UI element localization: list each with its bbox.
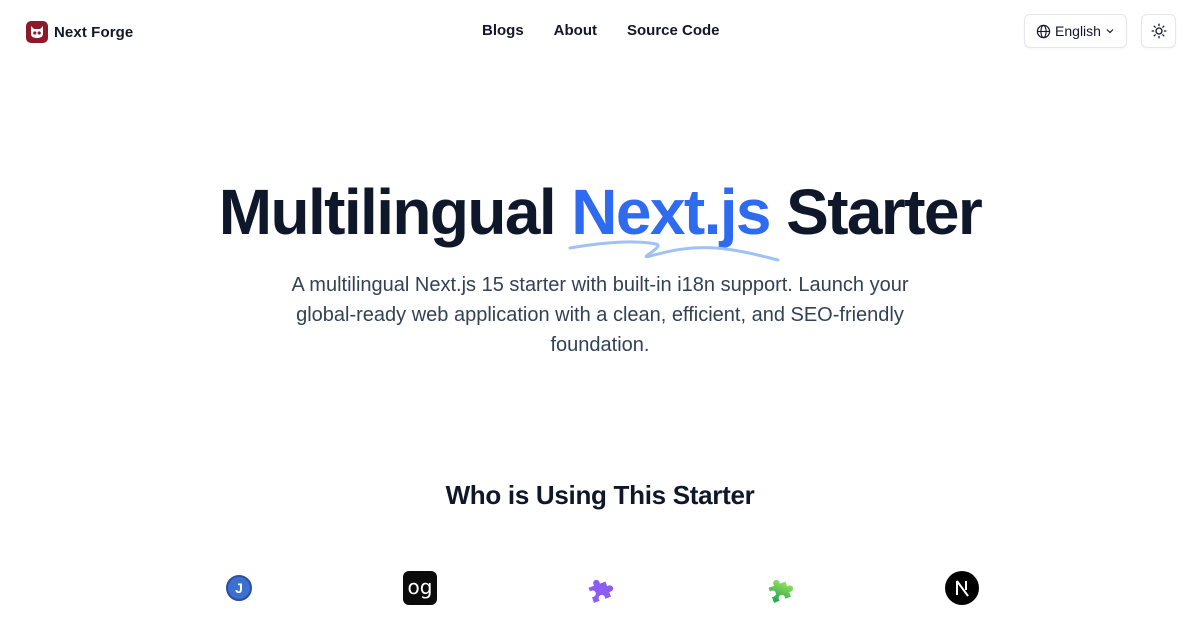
globe-icon bbox=[1036, 24, 1051, 38]
hero-title-suffix: Starter bbox=[769, 176, 983, 248]
og-icon: og bbox=[403, 571, 437, 605]
purple-puzzle-icon bbox=[588, 579, 614, 603]
brand-name: Next Forge bbox=[54, 23, 134, 41]
green-puzzle-icon bbox=[768, 579, 794, 603]
j-letter-icon: J bbox=[226, 575, 252, 601]
language-select-button[interactable]: English bbox=[1024, 14, 1127, 48]
user-logo-og[interactable]: og bbox=[402, 570, 438, 606]
theme-toggle-button[interactable] bbox=[1141, 14, 1176, 48]
nav-source-code[interactable]: Source Code bbox=[627, 22, 720, 39]
user-logo-nextjs[interactable] bbox=[944, 570, 980, 606]
site-header: Next Forge Blogs About Source Code Engli… bbox=[0, 0, 1200, 62]
users-section-title: Who is Using This Starter bbox=[445, 480, 755, 510]
language-label: English bbox=[1055, 23, 1101, 39]
user-logo-j[interactable]: J bbox=[221, 570, 257, 606]
user-logo-green-puzzle[interactable] bbox=[762, 570, 798, 606]
user-logo-purple-puzzle[interactable] bbox=[582, 570, 618, 606]
chevron-down-icon bbox=[1106, 29, 1114, 34]
hero-subtitle: A multilingual Next.js 15 starter with b… bbox=[291, 274, 909, 356]
cat-logo-icon bbox=[26, 21, 48, 43]
main-nav: Blogs About Source Code bbox=[482, 22, 720, 39]
nav-blogs[interactable]: Blogs bbox=[482, 22, 524, 39]
sun-icon bbox=[1151, 23, 1166, 39]
hero-title-prefix: Multilingual bbox=[218, 176, 572, 248]
nav-about[interactable]: About bbox=[554, 22, 597, 39]
brand-link[interactable]: Next Forge bbox=[26, 20, 133, 44]
hand-drawn-underline-icon bbox=[568, 240, 780, 262]
nextjs-icon bbox=[945, 571, 979, 605]
